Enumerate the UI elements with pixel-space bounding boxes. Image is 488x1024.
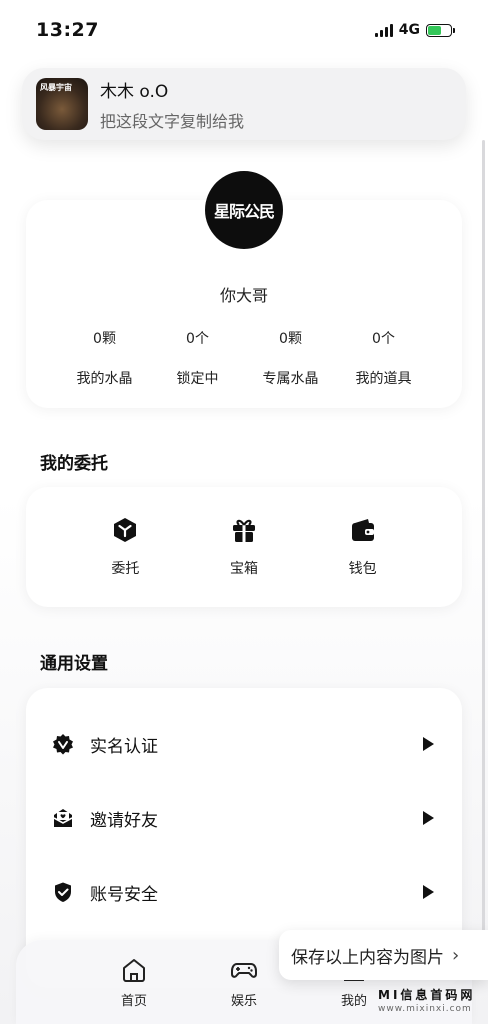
notification-thumb-text: 风暴宇宙 [40, 83, 72, 92]
entrust-item-label: 钱包 [348, 561, 377, 577]
status-indicators: 4G [374, 22, 455, 38]
entrust-card: 委托 宝箱 钱包 [26, 487, 462, 607]
setting-row-real-name[interactable]: 实名认证 [52, 724, 436, 764]
play-arrow-icon [423, 737, 434, 751]
notification-banner[interactable]: 风暴宇宙 木木 o.O 把这段文字复制给我 [22, 68, 466, 140]
box-icon [114, 518, 137, 542]
notification-title: 木木 o.O [100, 81, 169, 102]
setting-label: 账号安全 [90, 884, 158, 905]
wallet-icon [351, 519, 374, 541]
status-bar: 13:27 4G [0, 0, 488, 60]
status-time: 13:27 [36, 19, 99, 41]
gamepad-icon [231, 963, 257, 978]
home-icon [123, 959, 145, 982]
stat-my-items[interactable]: 0个 我的道具 [337, 328, 430, 388]
verified-badge-icon [53, 734, 73, 755]
stat-value: 0颗 [279, 331, 302, 347]
chevron-right-icon: › [452, 944, 460, 966]
stat-label: 锁定中 [176, 371, 219, 387]
entrust-item-wallet[interactable]: 钱包 [323, 516, 403, 578]
setting-row-account-security[interactable]: 账号安全 [52, 872, 436, 912]
entrust-section-title: 我的委托 [40, 454, 108, 474]
settings-section-title: 通用设置 [40, 654, 108, 674]
avatar[interactable]: 星际公民 [205, 171, 283, 249]
save-as-image-label: 保存以上内容为图片 [291, 947, 444, 968]
username: 你大哥 [219, 286, 268, 305]
battery-icon [426, 23, 455, 37]
gift-icon [232, 519, 255, 542]
save-as-image-button[interactable]: 保存以上内容为图片 › [279, 930, 488, 980]
setting-row-invite[interactable]: 邀请好友 [52, 798, 436, 838]
tab-entertainment[interactable]: 娱乐 [204, 956, 284, 1009]
stat-my-crystals[interactable]: 0颗 我的水晶 [58, 328, 151, 388]
tab-label: 首页 [120, 994, 147, 1009]
stat-locked[interactable]: 0个 锁定中 [151, 328, 244, 388]
invite-mail-icon [53, 809, 73, 827]
shield-check-icon [55, 882, 71, 902]
watermark-title: MI信息首码网 [378, 988, 476, 1002]
tab-label: 娱乐 [230, 994, 257, 1009]
stat-label: 我的水晶 [76, 371, 133, 387]
notification-thumbnail: 风暴宇宙 [36, 78, 88, 130]
watermark-url: www.mixinxi.com [378, 1004, 472, 1014]
watermark: MI信息首码网 www.mixinxi.com [378, 986, 475, 1014]
stats-row: 0颗 我的水晶 0个 锁定中 0颗 专属水晶 0个 我的道具 [58, 328, 430, 388]
stat-value: 0个 [186, 331, 209, 347]
setting-label: 实名认证 [90, 736, 158, 757]
stat-label: 我的道具 [355, 371, 412, 387]
notification-subtitle: 把这段文字复制给我 [100, 111, 245, 131]
stat-label: 专属水晶 [262, 371, 319, 387]
signal-icon [374, 23, 393, 37]
avatar-text: 星际公民 [213, 202, 275, 221]
tab-label: 我的 [340, 994, 367, 1009]
tab-home[interactable]: 首页 [94, 956, 174, 1009]
play-arrow-icon [423, 811, 434, 825]
play-arrow-icon [423, 885, 434, 899]
network-type: 4G [398, 22, 420, 38]
scroll-indicator[interactable] [482, 140, 485, 940]
entrust-item-entrust[interactable]: 委托 [85, 516, 165, 578]
setting-label: 邀请好友 [90, 810, 158, 831]
entrust-item-chest[interactable]: 宝箱 [204, 516, 284, 578]
entrust-item-label: 宝箱 [229, 561, 258, 577]
stat-exclusive-crystals[interactable]: 0颗 专属水晶 [244, 328, 337, 388]
stat-value: 0颗 [93, 331, 116, 347]
entrust-item-label: 委托 [111, 561, 140, 577]
stat-value: 0个 [372, 331, 395, 347]
